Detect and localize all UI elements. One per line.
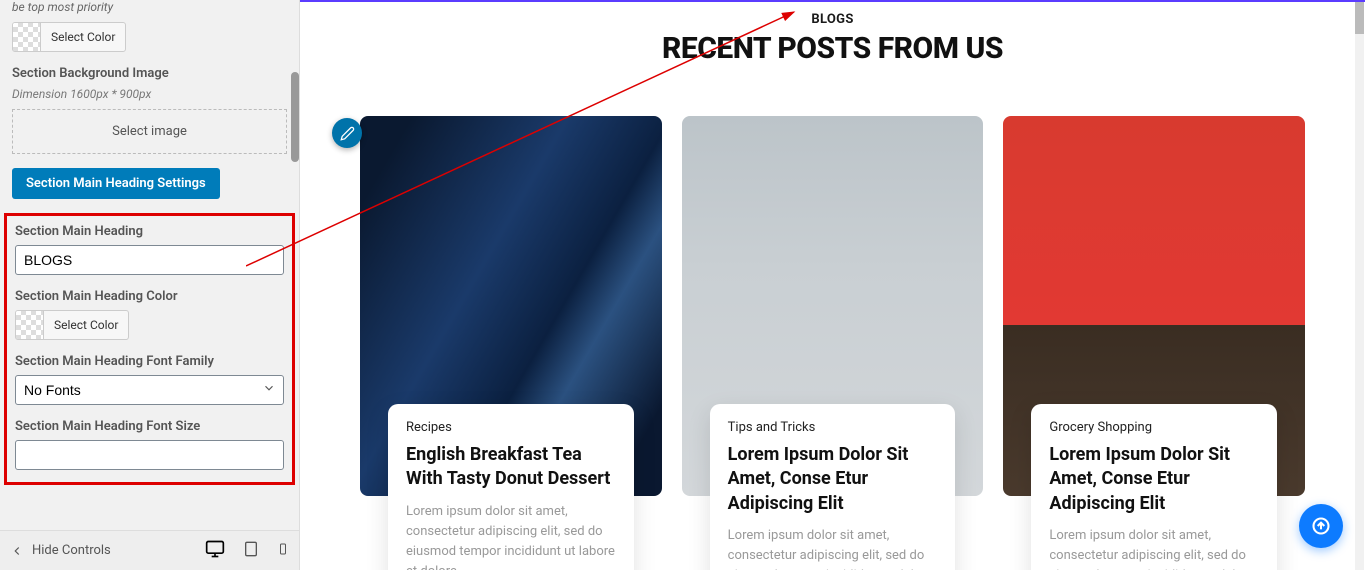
post-card[interactable]: Tips and Tricks Lorem Ipsum Dolor Sit Am…: [682, 116, 984, 496]
arrow-up-icon: [1311, 516, 1331, 536]
post-title[interactable]: Lorem Ipsum Dolor Sit Amet, Conse Etur A…: [1049, 443, 1259, 516]
section-main-heading-label: Section Main Heading: [15, 224, 284, 239]
customizer-sidebar: be top most priority Select Color Sectio…: [0, 0, 300, 570]
bg-image-label: Section Background Image: [12, 66, 287, 81]
section-main-heading-color-label: Section Main Heading Color: [15, 289, 284, 304]
select-color-button-heading[interactable]: Select Color: [15, 310, 129, 340]
blogs-subheading: BLOGS: [320, 12, 1345, 27]
post-card[interactable]: Recipes English Breakfast Tea With Tasty…: [360, 116, 662, 496]
hide-controls-button[interactable]: Hide Controls: [10, 543, 111, 558]
preview-pane: BLOGS RECENT POSTS FROM US Recipes Engli…: [300, 0, 1365, 570]
priority-hint: be top most priority: [12, 0, 287, 14]
font-size-label: Section Main Heading Font Size: [15, 419, 284, 434]
select-color-label: Select Color: [44, 318, 128, 332]
post-title[interactable]: English Breakfast Tea With Tasty Donut D…: [406, 443, 616, 492]
preview-scrollbar-thumb[interactable]: [1355, 2, 1364, 34]
chevron-left-icon: [10, 544, 24, 558]
select-image-button[interactable]: Select image: [12, 109, 287, 154]
post-excerpt: Lorem ipsum dolor sit amet, consectetur …: [406, 502, 616, 570]
post-category[interactable]: Tips and Tricks: [728, 420, 938, 435]
desktop-device-icon[interactable]: [205, 539, 225, 563]
post-excerpt: Lorem ipsum dolor sit amet, consectetur …: [1049, 526, 1259, 570]
highlight-box: Section Main Heading Section Main Headin…: [4, 213, 295, 485]
page-title: RECENT POSTS FROM US: [320, 31, 1345, 66]
color-swatch-icon: [13, 23, 41, 51]
tablet-device-icon[interactable]: [243, 541, 259, 561]
mobile-device-icon[interactable]: [277, 541, 289, 561]
bg-image-dimension: Dimension 1600px * 900px: [12, 87, 287, 101]
sidebar-scrollbar[interactable]: [291, 72, 299, 162]
preview-scrollbar-track[interactable]: [1355, 2, 1364, 570]
post-title[interactable]: Lorem Ipsum Dolor Sit Amet, Conse Etur A…: [728, 443, 938, 516]
font-size-input[interactable]: [15, 440, 284, 470]
scroll-to-top-button[interactable]: [1299, 504, 1343, 548]
hide-controls-label: Hide Controls: [32, 543, 111, 558]
font-family-select[interactable]: No Fonts: [15, 375, 284, 405]
post-card[interactable]: Grocery Shopping Lorem Ipsum Dolor Sit A…: [1003, 116, 1305, 496]
color-swatch-icon: [16, 311, 44, 339]
post-category[interactable]: Grocery Shopping: [1049, 420, 1259, 435]
sidebar-footer: Hide Controls: [0, 530, 299, 570]
font-family-label: Section Main Heading Font Family: [15, 354, 284, 369]
section-main-heading-input[interactable]: [15, 245, 284, 275]
section-main-heading-settings-button[interactable]: Section Main Heading Settings: [12, 168, 220, 199]
select-color-label: Select Color: [41, 30, 125, 44]
select-color-button-top[interactable]: Select Color: [12, 22, 126, 52]
edit-shortcut-button[interactable]: [332, 118, 362, 148]
post-category[interactable]: Recipes: [406, 420, 616, 435]
pencil-icon: [340, 126, 355, 141]
post-excerpt: Lorem ipsum dolor sit amet, consectetur …: [728, 526, 938, 570]
